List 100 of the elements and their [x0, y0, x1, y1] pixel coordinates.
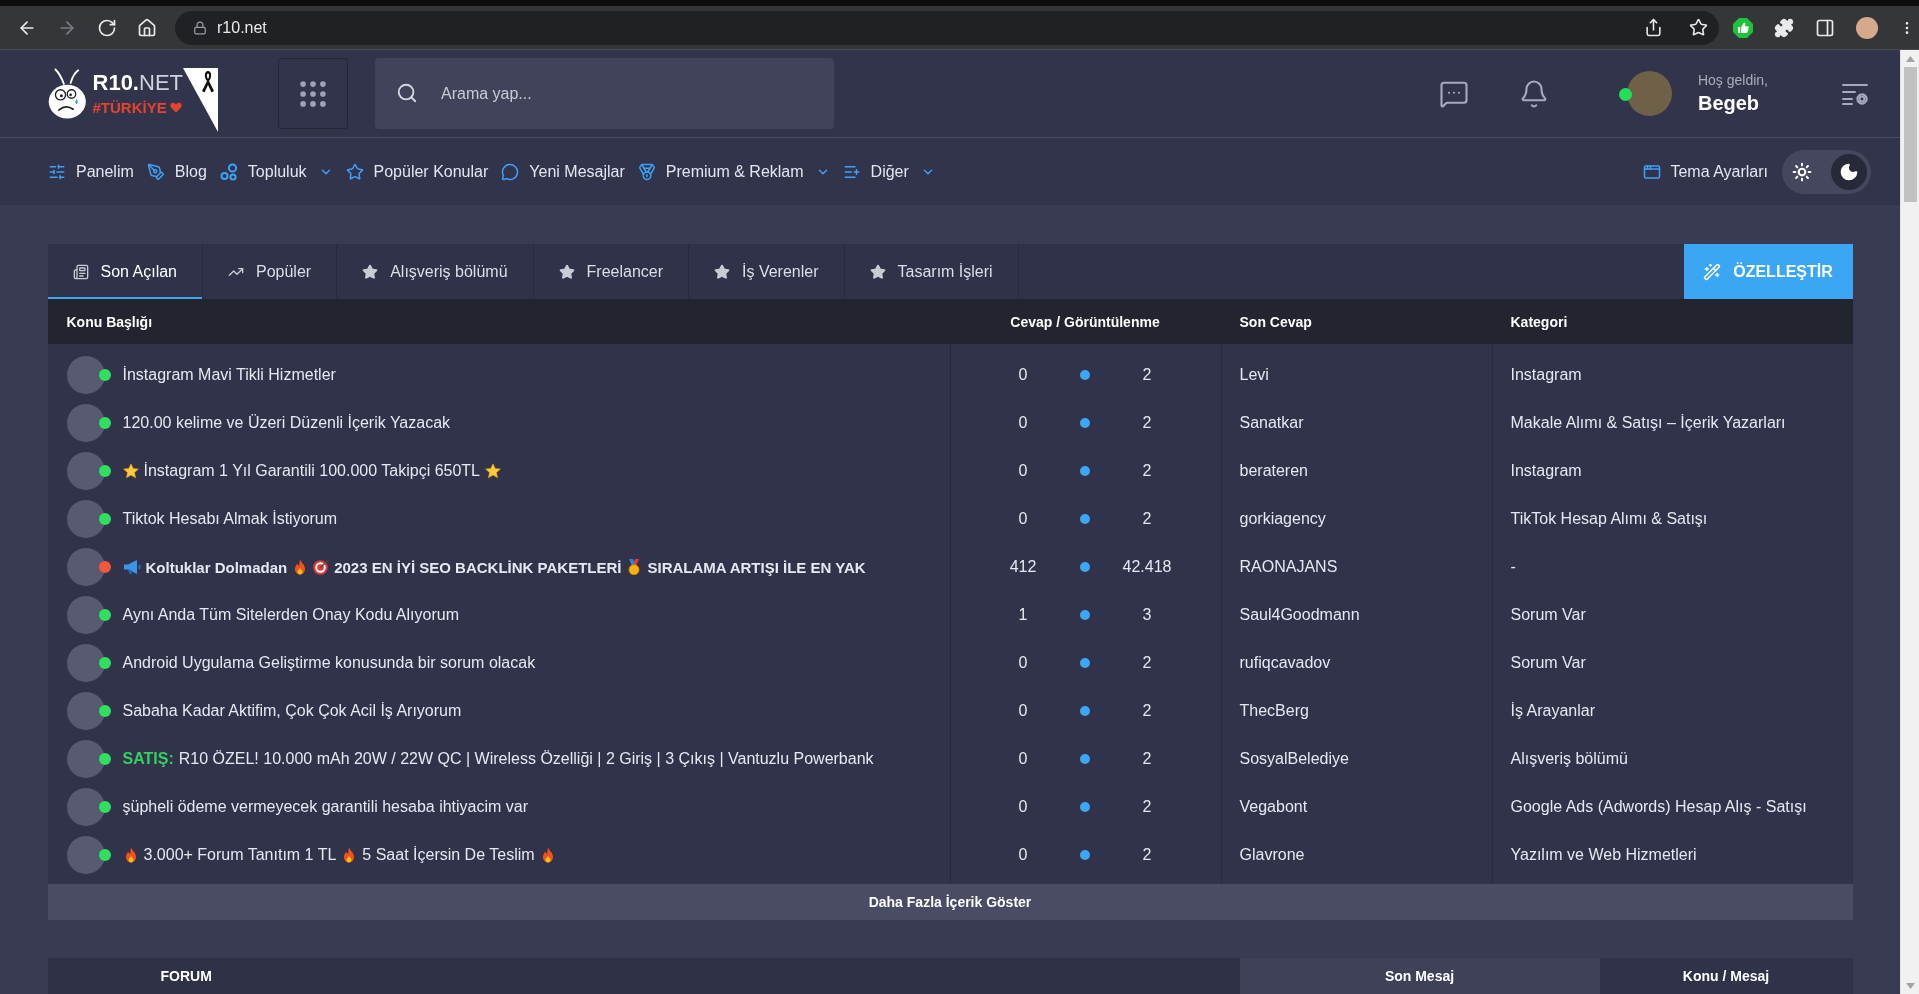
last-reply-user[interactable]: Vegabont — [1220, 798, 1492, 816]
topic-title[interactable]: Koltuklar Dolmadan — [145, 558, 288, 576]
sun-icon — [1791, 160, 1813, 183]
last-reply-user[interactable]: Sanatkar — [1220, 414, 1492, 432]
reply-count: 0 — [1017, 510, 1029, 528]
thumbs-up-extension-icon[interactable] — [1733, 17, 1753, 38]
topic-title[interactable]: Tiktok Hesabı Almak İstiyorum — [122, 510, 338, 528]
nav-link[interactable]: Premium & Reklam — [637, 162, 830, 181]
sale-label: SATIŞ: — [122, 750, 174, 768]
separator-dot-icon — [1080, 466, 1090, 476]
last-reply-user[interactable]: Saul4Goodmann — [1220, 606, 1492, 624]
side-panel-icon[interactable] — [1815, 17, 1835, 38]
topic-title[interactable]: şüpheli ödeme vermeyecek garantili hesaba ihtiyacim var — [122, 798, 529, 816]
last-reply-user[interactable]: SosyalBelediye — [1220, 750, 1492, 768]
last-reply-user[interactable]: RAONAJANS — [1220, 558, 1492, 576]
category-link[interactable]: Google Ads (Adwords) Hesap Alış - Satışı — [1491, 798, 1853, 816]
last-reply-user[interactable]: Levi — [1220, 366, 1492, 384]
nav-link[interactable]: Popüler Konular — [345, 162, 489, 181]
profile-avatar[interactable] — [1856, 16, 1878, 39]
avatar-placeholder[interactable] — [66, 788, 105, 826]
reply-count: 0 — [1017, 798, 1029, 816]
menu-settings-icon[interactable] — [1842, 82, 1868, 105]
category-link[interactable]: İş Arayanlar — [1491, 702, 1853, 720]
separator-dot-icon — [1080, 850, 1090, 860]
scrollbar-thumb[interactable] — [1903, 67, 1917, 202]
last-reply-user[interactable]: rufiqcavadov — [1220, 654, 1492, 672]
category-link[interactable]: - — [1491, 558, 1853, 576]
lock-icon — [193, 20, 207, 35]
reply-count: 1 — [1017, 606, 1029, 624]
puzzle-icon[interactable] — [1774, 17, 1794, 38]
topic-title[interactable]: R10 ÖZEL! 10.000 mAh 20W / 22W QC | Wireless Özelliği | 2 Giriş | 3 Çıkış | Vantuzlu Powerbank — [178, 750, 874, 768]
topic-title[interactable]: Android Uygulama Geliştirme konusunda bir sorum olacak — [122, 654, 536, 672]
topic-title[interactable]: 120.00 kelime ve Üzeri Düzenli İçerik Yazacak — [122, 414, 451, 432]
home-icon[interactable] — [137, 17, 157, 38]
star-icon — [558, 263, 575, 280]
last-reply-user[interactable]: gorkiagency — [1220, 510, 1492, 528]
greeting-text: Hoş geldin, — [1697, 72, 1768, 88]
category-link[interactable]: Makale Alımı & Satışı – İçerik Yazarları — [1491, 414, 1853, 432]
theme-settings-link[interactable]: Tema Ayarları — [1643, 162, 1768, 181]
nav-link[interactable]: Topluluk — [219, 162, 333, 181]
topic-title[interactable]: 2023 EN İYİ SEO BACKLİNK PAKETLERİ — [334, 558, 622, 576]
apps-menu-button[interactable] — [278, 58, 348, 129]
address-bar[interactable]: r10.net — [175, 10, 1719, 45]
view-count: 2 — [1141, 846, 1153, 864]
view-count: 2 — [1141, 750, 1153, 768]
theme-toggle[interactable] — [1782, 149, 1871, 194]
view-count: 42.418 — [1121, 558, 1173, 576]
avatar-placeholder[interactable] — [1626, 71, 1672, 116]
separator-dot-icon — [1080, 514, 1090, 524]
last-reply-user[interactable]: Glavrone — [1220, 846, 1492, 864]
avatar-placeholder[interactable] — [66, 452, 105, 490]
share-icon[interactable] — [1644, 18, 1663, 37]
topic-title[interactable]: 5 Saat İçersin De Teslim — [362, 846, 535, 864]
avatar-placeholder[interactable] — [66, 548, 105, 586]
scrollbar-track[interactable] — [1900, 50, 1919, 994]
separator-dot-icon — [1080, 418, 1090, 428]
avatar-placeholder[interactable] — [66, 500, 105, 538]
column-header: FORUM — [47, 958, 1240, 994]
medal-icon — [637, 162, 656, 181]
separator-dot-icon — [1080, 802, 1090, 812]
topic-title[interactable]: İnstagram Mavi Tikli Hizmetler — [122, 366, 336, 384]
last-reply-user[interactable]: berateren — [1220, 462, 1492, 480]
topic-title[interactable]: İnstagram 1 Yıl Garantili 100.000 Takipçi 650TL — [143, 462, 480, 480]
nav-link[interactable]: Panelim — [48, 162, 134, 181]
category-link[interactable]: Sorum Var — [1491, 606, 1853, 624]
avatar-placeholder[interactable] — [66, 644, 105, 682]
reload-icon[interactable] — [97, 17, 117, 38]
avatar-placeholder[interactable] — [66, 692, 105, 730]
username-text[interactable]: Begeb — [1697, 92, 1768, 115]
topic-title[interactable]: SIRALAMA ARTIŞI İLE EN YAK — [647, 558, 866, 576]
avatar-placeholder[interactable] — [66, 404, 105, 442]
star-icon — [122, 463, 139, 479]
category-link[interactable]: TikTok Hesap Alımı & Satışı — [1491, 510, 1853, 528]
star-icon — [362, 263, 379, 280]
separator-dot-icon — [1080, 658, 1090, 668]
category-link[interactable]: Alışveriş bölümü — [1491, 750, 1853, 768]
avatar-placeholder[interactable] — [66, 836, 105, 874]
topic-title[interactable]: 3.000+ Forum Tanıtım 1 TL — [143, 846, 337, 864]
nav-link[interactable]: Blog — [146, 162, 207, 181]
window-icon — [1643, 162, 1662, 181]
nav-link[interactable]: Diğer — [842, 162, 935, 181]
search-field[interactable]: Arama yap... — [375, 58, 834, 129]
nav-link[interactable]: Yeni Mesajlar — [501, 162, 625, 181]
category-link[interactable]: Yazılım ve Web Hizmetleri — [1491, 846, 1853, 864]
category-link[interactable]: Instagram — [1491, 462, 1853, 480]
bookmark-star-icon[interactable] — [1689, 18, 1708, 37]
newspaper-icon — [72, 263, 89, 280]
category-link[interactable]: Instagram — [1491, 366, 1853, 384]
show-more-button[interactable]: Daha Fazla İçerik Göster — [47, 884, 1853, 920]
last-reply-user[interactable]: ThecBerg — [1220, 702, 1492, 720]
column-header: Konu / Mesaj — [1599, 958, 1853, 994]
avatar-placeholder[interactable] — [66, 740, 105, 778]
avatar-placeholder[interactable] — [66, 356, 105, 394]
topic-title[interactable]: Sabaha Kadar Aktifim, Çok Çok Acil İş Arıyorum — [122, 702, 462, 720]
category-link[interactable]: Sorum Var — [1491, 654, 1853, 672]
avatar-placeholder[interactable] — [66, 596, 105, 634]
column-header: Konu Başlığı — [65, 312, 154, 332]
topic-title[interactable]: Aynı Anda Tüm Sitelerden Onay Kodu Alıyorum — [122, 606, 459, 624]
logo-text[interactable]: R10.NET — [92, 71, 183, 95]
tab[interactable]: Son Açılan — [47, 244, 203, 299]
